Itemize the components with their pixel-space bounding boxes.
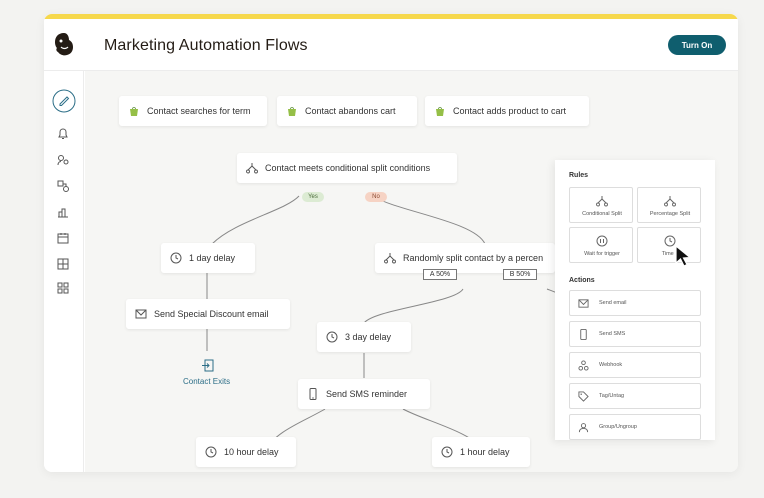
conditional-split-label: Contact meets conditional split conditio… xyxy=(265,163,431,173)
action-send-sms[interactable]: Send SMS xyxy=(569,321,701,347)
split-a-tag: A 50% xyxy=(423,269,457,280)
delay-node[interactable]: 1 hour delay xyxy=(432,437,530,467)
clock-icon xyxy=(441,446,453,458)
page-title: Marketing Automation Flows xyxy=(104,37,308,54)
action-send-email[interactable]: Send email xyxy=(569,290,701,316)
clock-icon xyxy=(326,331,338,343)
trigger-node[interactable]: Contact abandons cart xyxy=(277,96,417,126)
rules-heading: Rules xyxy=(569,172,589,179)
delay-label: 1 day delay xyxy=(189,253,236,263)
split-b-tag: B 50% xyxy=(503,269,537,280)
webhook-icon xyxy=(578,359,589,371)
turn-on-button[interactable]: Turn On xyxy=(668,35,726,55)
split-icon xyxy=(596,196,608,207)
action-label: Group/Ungroup xyxy=(599,424,637,430)
trigger-node[interactable]: Contact searches for term xyxy=(119,96,267,126)
send-sms-node[interactable]: Send SMS reminder xyxy=(298,379,430,409)
clock-icon xyxy=(170,252,182,264)
delay-node[interactable]: 10 hour delay xyxy=(196,437,296,467)
integrations-icon[interactable] xyxy=(56,281,70,295)
action-label: Tag/Untag xyxy=(599,393,625,399)
shopify-bag-icon xyxy=(436,107,444,116)
no-pill: No xyxy=(365,192,387,202)
trigger-label: Contact searches for term xyxy=(147,106,251,116)
sidebar xyxy=(44,71,84,472)
mailchimp-logo-icon xyxy=(55,33,73,56)
yes-pill: Yes xyxy=(302,192,324,202)
mail-icon xyxy=(135,309,147,319)
action-tag-untag[interactable]: Tag/Untag xyxy=(569,383,701,409)
actions-heading: Actions xyxy=(569,277,595,284)
contact-exits-label: Contact Exits xyxy=(183,377,231,386)
action-label: Send email xyxy=(599,300,627,306)
calendar-icon[interactable] xyxy=(56,231,70,245)
conditional-split-node[interactable]: Contact meets conditional split conditio… xyxy=(237,153,457,183)
shopify-bag-icon xyxy=(130,107,138,116)
split-icon xyxy=(384,253,396,264)
exit-icon xyxy=(202,359,214,372)
phone-icon xyxy=(309,388,317,400)
header: Marketing Automation Flows Turn On xyxy=(44,19,738,71)
action-group-ungroup[interactable]: Group/Ungroup xyxy=(569,414,701,440)
split-icon xyxy=(664,196,676,207)
mail-icon xyxy=(578,298,589,308)
trigger-label: Contact adds product to cart xyxy=(453,106,567,116)
tag-icon xyxy=(578,390,589,402)
shopify-bag-icon xyxy=(288,107,296,116)
action-label: Send SMS xyxy=(599,331,626,337)
audience-icon[interactable] xyxy=(56,153,70,167)
pause-icon xyxy=(596,235,608,247)
trigger-node[interactable]: Contact adds product to cart xyxy=(425,96,589,126)
delay-node[interactable]: 1 day delay xyxy=(161,243,255,273)
delay-label: 3 day delay xyxy=(345,332,392,342)
rules-actions-panel: Rules Conditional Split Percentage Split… xyxy=(555,160,715,440)
action-webhook[interactable]: Webhook xyxy=(569,352,701,378)
content-icon[interactable] xyxy=(56,257,70,271)
analytics-icon[interactable] xyxy=(56,205,70,219)
mouse-cursor-icon xyxy=(675,244,692,267)
rule-label: Percentage Split xyxy=(649,211,691,217)
delay-node[interactable]: 3 day delay xyxy=(317,322,411,352)
bell-icon[interactable] xyxy=(56,127,70,141)
edit-icon[interactable] xyxy=(52,89,76,113)
split-icon xyxy=(246,163,258,174)
rule-label: Wait for trigger xyxy=(584,251,620,257)
send-sms-label: Send SMS reminder xyxy=(326,389,408,399)
rule-conditional-split[interactable]: Conditional Split xyxy=(569,187,633,223)
delay-label: 10 hour delay xyxy=(224,447,279,457)
automation-icon[interactable] xyxy=(56,179,70,193)
random-split-label: Randomly split contact by a percen xyxy=(403,253,544,263)
trigger-label: Contact abandons cart xyxy=(305,106,396,116)
clock-icon xyxy=(205,446,217,458)
action-label: Webhook xyxy=(599,362,623,368)
phone-icon xyxy=(580,328,587,340)
rule-wait-for-trigger[interactable]: Wait for trigger xyxy=(569,227,633,263)
group-icon xyxy=(578,422,589,432)
send-email-label: Send Special Discount email xyxy=(154,309,269,319)
rule-percentage-split[interactable]: Percentage Split xyxy=(637,187,701,223)
send-email-node[interactable]: Send Special Discount email xyxy=(126,299,290,329)
rule-label: Conditional Split xyxy=(582,211,622,217)
delay-label: 1 hour delay xyxy=(460,447,510,457)
